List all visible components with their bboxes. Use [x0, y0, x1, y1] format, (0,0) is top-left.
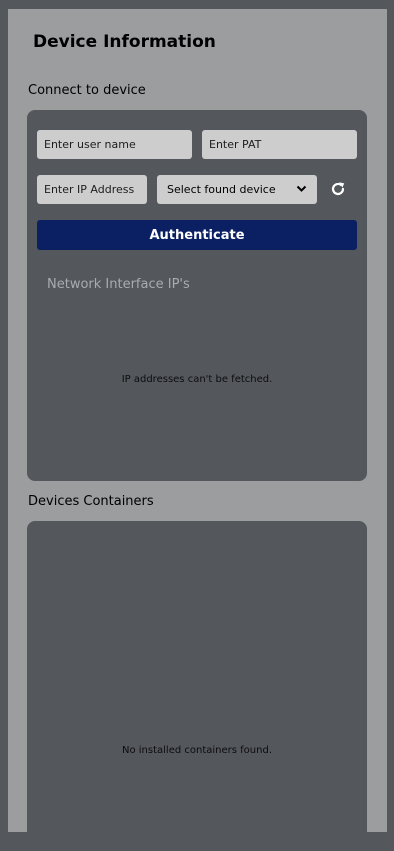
ip-address-input[interactable] — [37, 175, 147, 204]
page-title: Device Information — [33, 32, 216, 52]
ip-empty-message: IP addresses can't be fetched. — [121, 374, 273, 385]
refresh-icon[interactable] — [327, 178, 349, 200]
found-device-select-value: Select found device — [167, 183, 276, 196]
device-information-panel: Device Information Connect to device Sel… — [8, 9, 387, 851]
connect-section-label: Connect to device — [28, 83, 146, 98]
network-interface-title: Network Interface IP's — [47, 277, 190, 292]
username-input[interactable] — [37, 130, 192, 159]
containers-empty-message: No installed containers found. — [122, 745, 272, 756]
found-device-select[interactable]: Select found device — [157, 175, 317, 204]
connect-card: Select found device Authenticate Network… — [27, 110, 367, 481]
chevron-down-icon — [296, 183, 307, 196]
containers-section-label: Devices Containers — [28, 494, 154, 509]
pat-input[interactable] — [202, 130, 357, 159]
authenticate-button[interactable]: Authenticate — [37, 220, 357, 250]
containers-card: No installed containers found. — [27, 521, 367, 851]
